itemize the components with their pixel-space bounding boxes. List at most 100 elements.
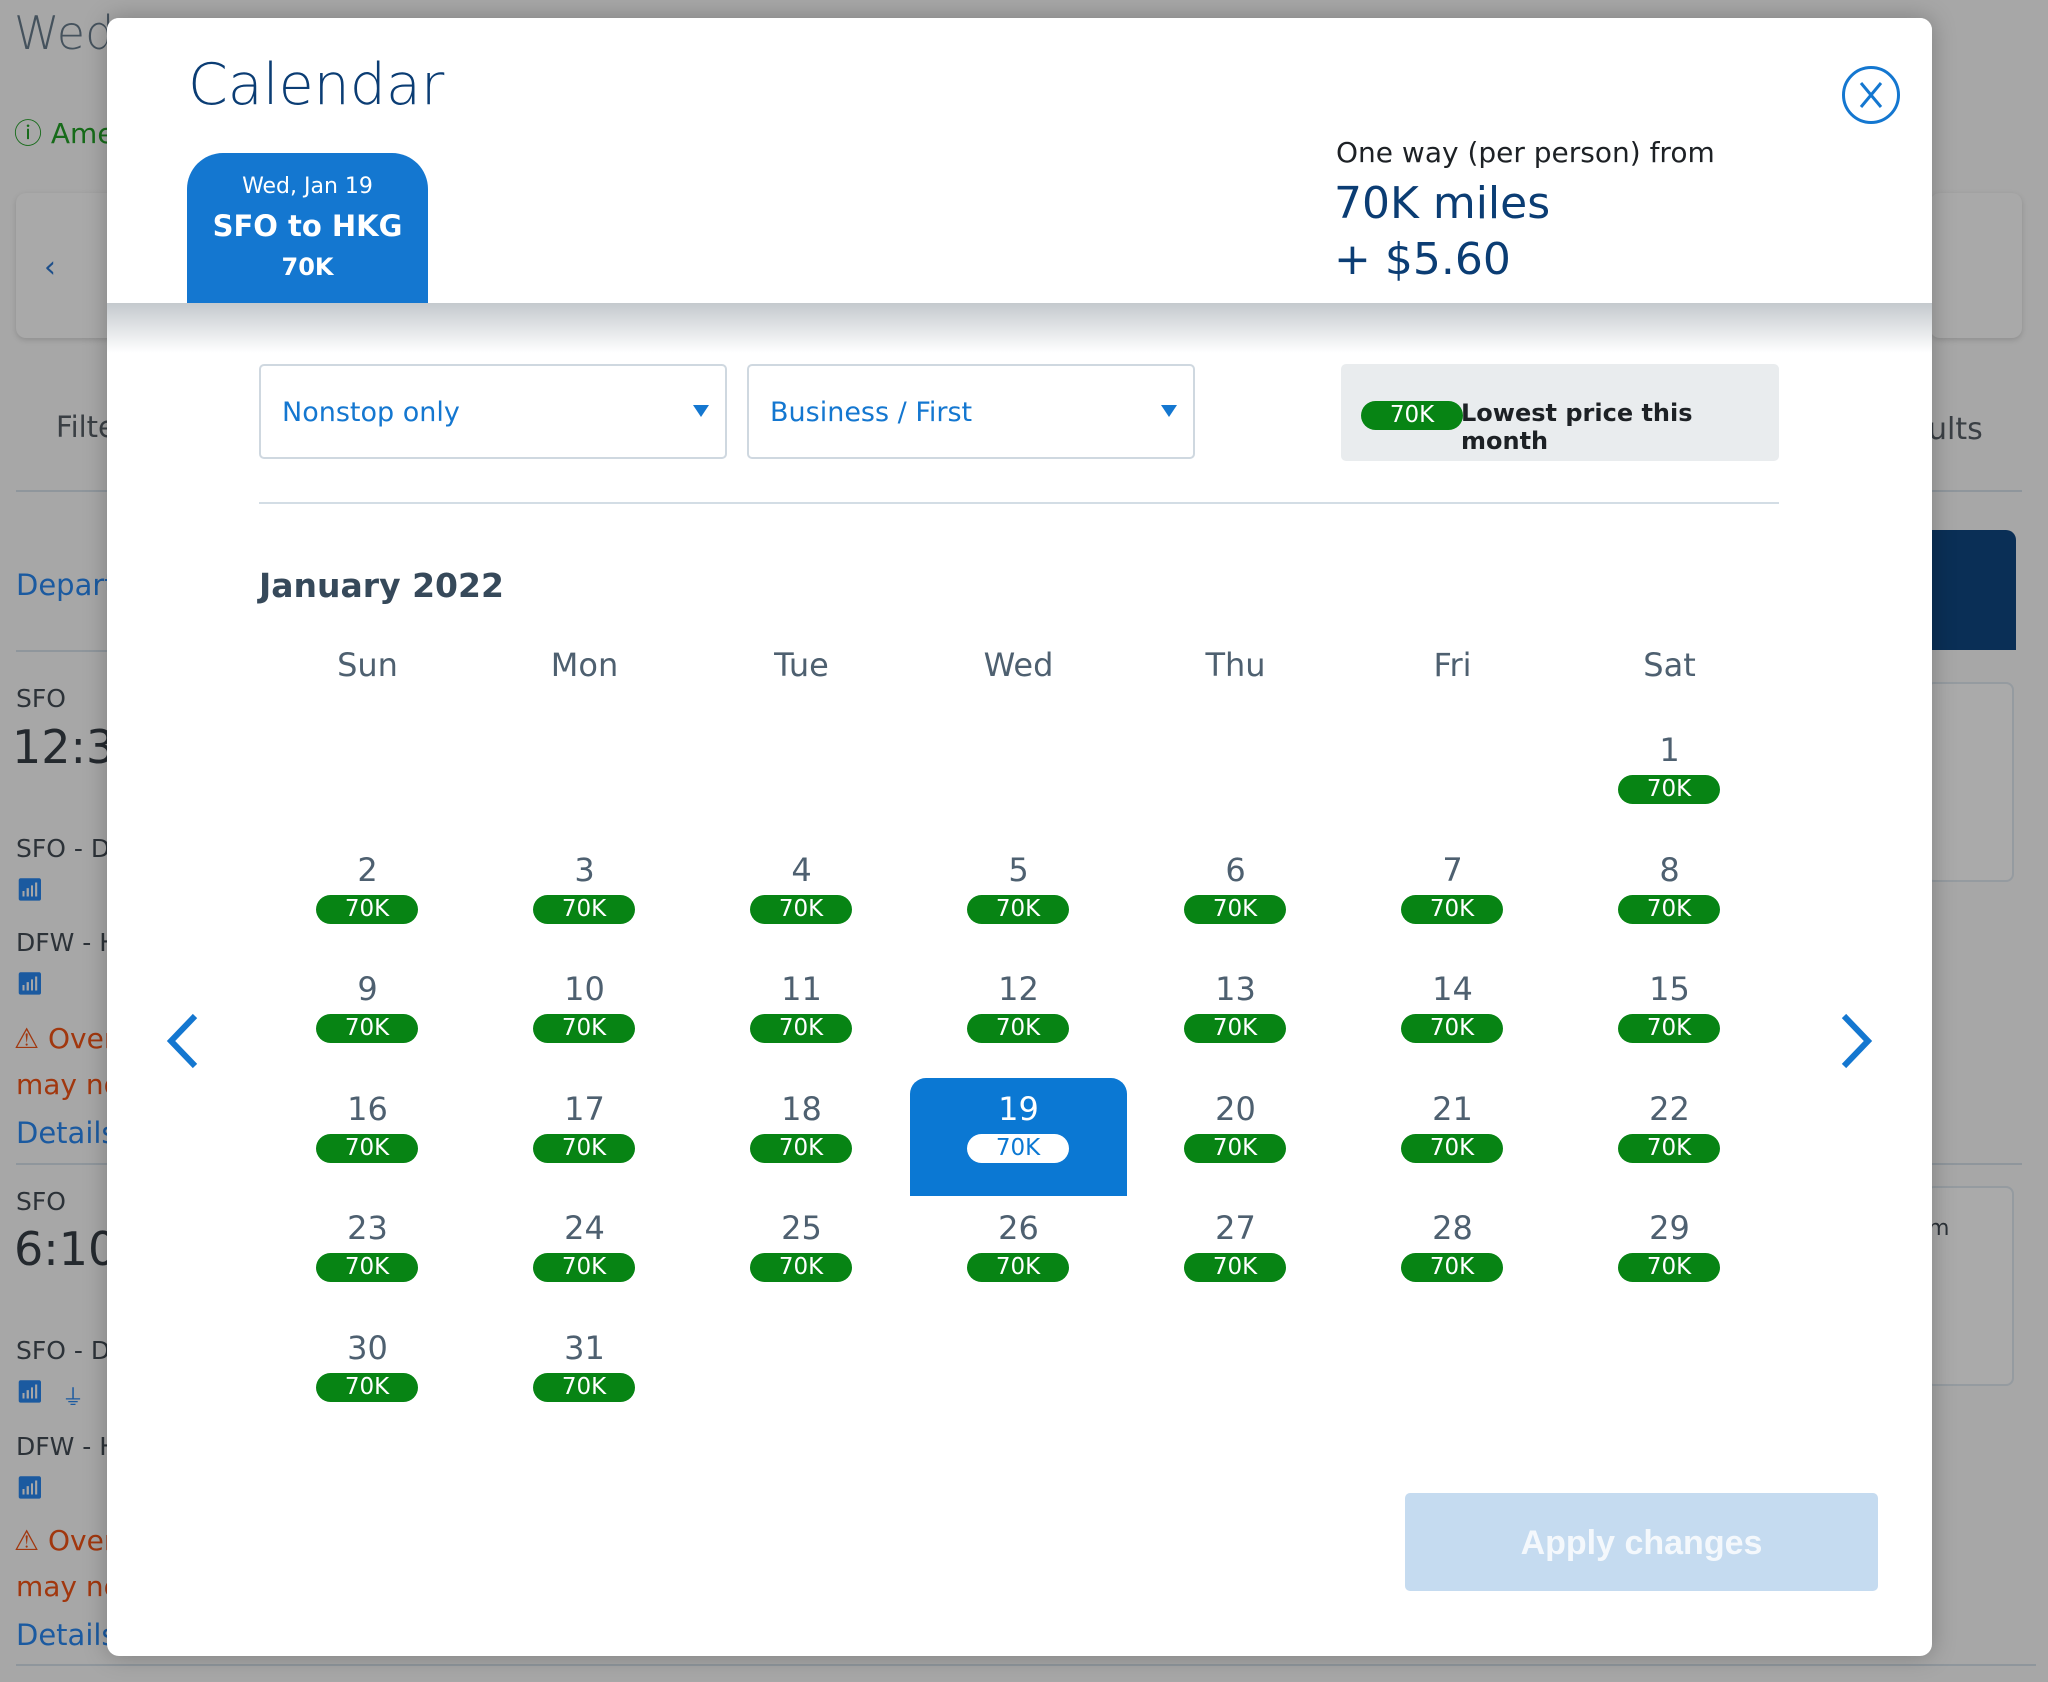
calendar-day[interactable]: 7 70K bbox=[1344, 839, 1561, 957]
price-legend: 70K Lowest price this month bbox=[1341, 364, 1779, 461]
day-number: 1 bbox=[1659, 731, 1680, 769]
calendar-day[interactable]: 25 70K bbox=[693, 1197, 910, 1315]
next-month-button[interactable] bbox=[1830, 1006, 1880, 1076]
day-price-badge: 70K bbox=[316, 1372, 418, 1402]
day-price-badge: 70K bbox=[1618, 775, 1720, 804]
bg-divider bbox=[1930, 1163, 2022, 1165]
calendar-day[interactable]: 2 70K bbox=[259, 839, 476, 957]
legend-price-badge: 70K bbox=[1361, 401, 1463, 430]
day-number: 15 bbox=[1649, 970, 1690, 1008]
calendar-day[interactable]: 16 70K bbox=[259, 1078, 476, 1196]
warning-icon: ⚠ bbox=[14, 1022, 49, 1055]
weekday-label: Fri bbox=[1433, 646, 1472, 684]
calendar-day[interactable]: 3 70K bbox=[476, 839, 693, 957]
calendar-day[interactable]: 28 70K bbox=[1344, 1197, 1561, 1315]
trip-tab[interactable]: Wed, Jan 19 SFO to HKG 70K bbox=[187, 153, 428, 303]
calendar-day[interactable]: 29 70K bbox=[1561, 1197, 1778, 1315]
stops-select[interactable]: Nonstop only bbox=[259, 364, 727, 459]
bg-divider bbox=[16, 490, 116, 492]
close-button[interactable] bbox=[1842, 66, 1900, 124]
chevron-right-icon bbox=[1841, 1013, 1873, 1069]
chevron-left-icon: ‹ bbox=[44, 250, 56, 285]
calendar-day[interactable]: 21 70K bbox=[1344, 1078, 1561, 1196]
calendar-day[interactable]: 17 70K bbox=[476, 1078, 693, 1196]
calendar-day[interactable]: 4 70K bbox=[693, 839, 910, 957]
day-price-badge: 70K bbox=[1184, 1253, 1286, 1282]
weekday-label: Tue bbox=[774, 646, 829, 684]
calendar-day[interactable]: 5 70K bbox=[910, 839, 1127, 957]
day-number: 14 bbox=[1432, 970, 1473, 1008]
weekday-label: Thu bbox=[1205, 646, 1266, 684]
weekday-label: Wed bbox=[983, 646, 1054, 684]
calendar-day[interactable]: 9 70K bbox=[259, 958, 476, 1076]
bg-notice-text: Ame bbox=[50, 117, 115, 150]
calendar-modal: Calendar Wed, Jan 19 SFO to HKG 70K One … bbox=[107, 18, 1932, 1656]
calendar-day[interactable]: 15 70K bbox=[1561, 958, 1778, 1076]
header-shadow bbox=[107, 303, 1932, 353]
day-number: 3 bbox=[574, 850, 595, 889]
wifi-icon: 📶︎ bbox=[16, 878, 44, 903]
day-number: 27 bbox=[1215, 1209, 1256, 1247]
bg-divider bbox=[16, 650, 116, 652]
day-number: 10 bbox=[564, 970, 605, 1008]
calendar-day[interactable]: 8 70K bbox=[1561, 839, 1778, 957]
calendar-day[interactable]: 11 70K bbox=[693, 958, 910, 1076]
cabin-select[interactable]: Business / First bbox=[747, 364, 1195, 459]
day-price-badge: 70K bbox=[533, 894, 635, 924]
day-number: 6 bbox=[1225, 850, 1246, 889]
power-outlet-icon: ⏚ bbox=[62, 1386, 85, 1411]
day-number: 5 bbox=[1008, 850, 1029, 889]
day-price-badge: 70K bbox=[967, 894, 1069, 924]
caret-down-icon bbox=[1161, 405, 1177, 417]
calendar-day[interactable]: 18 70K bbox=[693, 1078, 910, 1196]
wifi-icon: 📶︎ bbox=[16, 1380, 44, 1405]
bg-results-label: ults bbox=[1928, 412, 1983, 447]
bg-depart-label: Depart bbox=[16, 568, 116, 602]
bg-divider bbox=[1930, 490, 2022, 492]
calendar-day[interactable]: 30 70K bbox=[259, 1317, 476, 1435]
calendar-day[interactable]: 23 70K bbox=[259, 1197, 476, 1315]
trip-tab-price: 70K bbox=[281, 253, 334, 281]
calendar-day[interactable]: 20 70K bbox=[1127, 1078, 1344, 1196]
warning-icon: ⚠ bbox=[14, 1524, 49, 1557]
bg-divider bbox=[16, 1664, 2036, 1666]
day-number: 31 bbox=[564, 1328, 605, 1367]
day-number: 29 bbox=[1649, 1209, 1690, 1247]
calendar-day[interactable]: 13 70K bbox=[1127, 958, 1344, 1076]
calendar-day[interactable]: 10 70K bbox=[476, 958, 693, 1076]
day-number: 23 bbox=[347, 1209, 388, 1247]
bg-warning-text: Over bbox=[48, 1524, 116, 1557]
divider bbox=[259, 502, 1779, 504]
trip-tab-date: Wed, Jan 19 bbox=[242, 174, 373, 199]
day-price-badge: 70K bbox=[316, 1253, 418, 1282]
calendar-day[interactable]: 12 70K bbox=[910, 958, 1127, 1076]
day-price-badge: 70K bbox=[750, 894, 852, 924]
day-number: 24 bbox=[564, 1209, 605, 1247]
day-price-badge: 70K bbox=[750, 1133, 852, 1163]
day-number: 2 bbox=[357, 850, 378, 889]
day-number: 9 bbox=[357, 970, 378, 1008]
calendar-day[interactable]: 6 70K bbox=[1127, 839, 1344, 957]
calendar-day[interactable]: 1 70K bbox=[1561, 719, 1778, 837]
day-price-badge: 70K bbox=[750, 1253, 852, 1282]
day-number: 7 bbox=[1442, 850, 1463, 889]
day-price-badge: 70K bbox=[1401, 1253, 1503, 1282]
calendar-day-selected[interactable]: 19 70K bbox=[910, 1077, 1127, 1196]
day-price-badge: 70K bbox=[967, 1014, 1069, 1043]
bg-notice: ⓘ Ame bbox=[14, 112, 115, 152]
calendar-day[interactable]: 22 70K bbox=[1561, 1078, 1778, 1196]
calendar-day[interactable]: 27 70K bbox=[1127, 1197, 1344, 1315]
bg-flight-seg: DFW - H bbox=[16, 1432, 119, 1461]
day-number: 11 bbox=[781, 970, 822, 1008]
calendar-day[interactable]: 26 70K bbox=[910, 1197, 1127, 1315]
weekday-label: Mon bbox=[550, 646, 619, 684]
calendar-day[interactable]: 14 70K bbox=[1344, 958, 1561, 1076]
calendar-day[interactable]: 31 70K bbox=[476, 1317, 693, 1435]
calendar-day[interactable]: 24 70K bbox=[476, 1197, 693, 1315]
day-number: 13 bbox=[1215, 970, 1256, 1008]
wifi-icon: 📶︎ bbox=[16, 972, 44, 997]
apply-changes-button[interactable]: Apply changes bbox=[1405, 1493, 1878, 1591]
previous-month-button[interactable] bbox=[159, 1006, 209, 1076]
bg-details-link: Details bbox=[16, 1618, 117, 1652]
day-price-badge: 70K bbox=[1618, 1133, 1720, 1163]
